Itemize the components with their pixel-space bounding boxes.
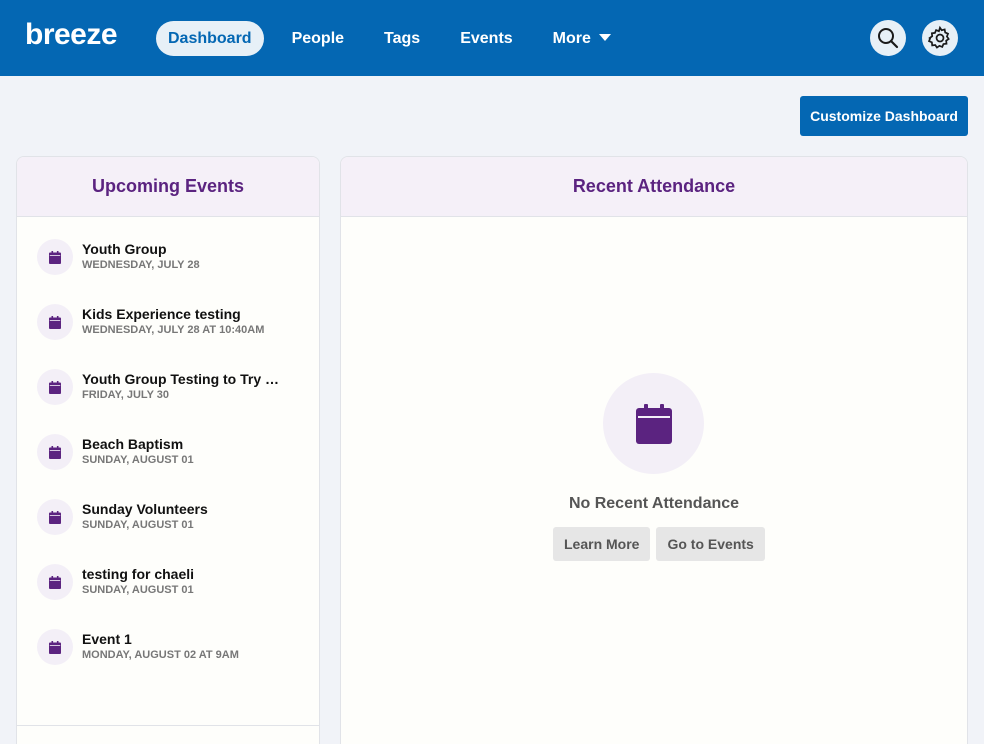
event-icon-wrap <box>37 434 73 470</box>
list-item[interactable]: Youth Group Testing to Try a… FRIDAY, JUL… <box>37 367 307 407</box>
event-icon-wrap <box>37 304 73 340</box>
go-to-events-button[interactable]: Go to Events <box>656 527 765 561</box>
event-name: Event 1 <box>82 631 132 647</box>
event-date: SUNDAY, AUGUST 01 <box>82 454 194 466</box>
empty-state-title: No Recent Attendance <box>568 495 740 512</box>
nav-more-label: More <box>552 30 591 47</box>
event-name: testing for chaeli <box>82 566 195 582</box>
settings-button[interactable] <box>922 20 958 56</box>
calendar-icon <box>49 315 61 329</box>
event-icon-wrap <box>37 629 73 665</box>
calendar-icon <box>635 403 672 444</box>
event-date: WEDNESDAY, JULY 28 <box>82 259 200 271</box>
event-text: Youth Group WEDNESDAY, JULY 28 <box>82 241 282 273</box>
calendar-icon <box>49 640 61 654</box>
event-date: MONDAY, AUGUST 02 AT 9AM <box>82 649 239 661</box>
customize-dashboard-button[interactable]: Customize Dashboard <box>800 96 968 136</box>
event-icon-wrap <box>37 369 73 405</box>
event-text: Beach Baptism SUNDAY, AUGUST 01 <box>82 436 282 468</box>
event-icon-wrap <box>37 239 73 275</box>
event-text: Youth Group Testing to Try a… FRIDAY, JUL… <box>82 371 282 403</box>
event-date: SUNDAY, AUGUST 01 <box>82 519 194 531</box>
event-name: Youth Group <box>82 241 167 257</box>
event-name: Kids Experience testing <box>82 306 241 322</box>
learn-more-button[interactable]: Learn More <box>553 527 651 561</box>
event-date: WEDNESDAY, JULY 28 AT 10:40AM <box>82 324 265 336</box>
chevron-down-icon <box>598 34 611 41</box>
event-date: FRIDAY, JULY 30 <box>82 389 170 401</box>
event-icon-wrap <box>37 499 73 535</box>
list-item[interactable]: Youth Group WEDNESDAY, JULY 28 <box>37 237 307 277</box>
list-item[interactable]: testing for chaeli SUNDAY, AUGUST 01 <box>37 562 307 602</box>
recent-attendance-panel: Recent Attendance No Recent Attendance L… <box>340 156 968 744</box>
nav-people[interactable]: People <box>280 21 356 56</box>
event-date: SUNDAY, AUGUST 01 <box>82 584 194 596</box>
event-name: Sunday Volunteers <box>82 501 208 517</box>
nav-more[interactable]: More <box>541 21 623 56</box>
event-text: Sunday Volunteers SUNDAY, AUGUST 01 <box>82 501 282 533</box>
empty-state-actions: Learn More Go to Events <box>553 527 771 561</box>
gear-icon <box>927 25 950 49</box>
main-nav: Dashboard People Tags Events More <box>156 21 639 56</box>
event-name: Beach Baptism <box>82 436 184 452</box>
top-navigation-bar: breeze Dashboard People Tags Events More <box>0 0 984 76</box>
calendar-icon <box>49 445 61 459</box>
list-item[interactable]: Beach Baptism SUNDAY, AUGUST 01 <box>37 432 307 472</box>
calendar-icon <box>49 510 61 524</box>
nav-tags[interactable]: Tags <box>372 21 432 56</box>
list-item[interactable]: Kids Experience testing WEDNESDAY, JULY 2… <box>37 302 307 342</box>
breeze-logo[interactable]: breeze <box>25 18 118 52</box>
panel-divider <box>17 725 319 726</box>
list-item[interactable]: Sunday Volunteers SUNDAY, AUGUST 01 <box>37 497 307 537</box>
event-icon-wrap <box>37 564 73 600</box>
calendar-icon <box>49 380 61 394</box>
panel-title-attendance: Recent Attendance <box>341 157 967 217</box>
calendar-icon <box>49 250 61 264</box>
panel-title-upcoming: Upcoming Events <box>17 157 319 217</box>
search-button[interactable] <box>870 20 906 56</box>
event-text: testing for chaeli SUNDAY, AUGUST 01 <box>82 566 282 598</box>
calendar-icon <box>49 575 61 589</box>
event-text: Kids Experience testing WEDNESDAY, JULY 2… <box>82 306 282 338</box>
list-item[interactable]: Event 1 MONDAY, AUGUST 02 AT 9AM <box>37 627 307 667</box>
empty-state-icon-wrap <box>603 373 704 474</box>
search-icon <box>878 28 899 49</box>
nav-events[interactable]: Events <box>448 21 524 56</box>
event-name: Youth Group Testing to Try a… <box>82 371 282 387</box>
upcoming-events-panel: Upcoming Events Youth Group WEDNESDAY, JU… <box>16 156 320 744</box>
nav-dashboard[interactable]: Dashboard <box>156 21 264 56</box>
event-text: Event 1 MONDAY, AUGUST 02 AT 9AM <box>82 631 282 663</box>
